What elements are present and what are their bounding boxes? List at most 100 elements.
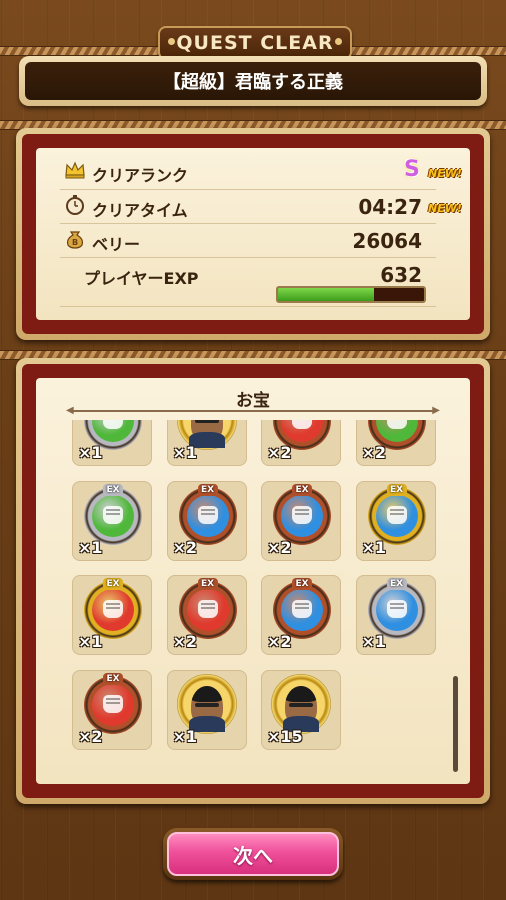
fist-medal-icon: EX — [367, 483, 426, 545]
quest-title: 【超級】君臨する正義 — [163, 72, 343, 93]
item-quantity: ×1 — [361, 537, 387, 557]
fist-medal-icon: EX — [367, 578, 426, 639]
fist-icon — [197, 600, 218, 618]
treasure-item[interactable]: EX ×2 — [261, 480, 341, 561]
fist-icon — [386, 420, 407, 429]
item-quantity: ×2 — [267, 537, 292, 557]
divider-arrow-right: ▶ — [432, 405, 440, 416]
treasure-scrollbar[interactable] — [453, 676, 458, 772]
clear-time-label: クリアタイム — [92, 201, 188, 220]
berry-label: ベリー — [92, 235, 141, 254]
fist-icon — [292, 505, 312, 524]
treasure-item[interactable]: EX ×1 — [355, 480, 436, 561]
clear-time-row: クリアタイム 04:27 NEW! — [0, 192, 506, 222]
treasure-grid[interactable]: EX×1×1EX×2EX×2EX×1EX×2EX×2EX×1EX×1EX×2EX… — [66, 420, 446, 776]
ex-label: EX — [197, 483, 218, 496]
ex-label: EX — [197, 578, 218, 590]
treasure-item[interactable]: ×1 — [166, 669, 247, 750]
fist-medal-icon: EX — [84, 578, 142, 639]
fist-icon — [103, 600, 123, 618]
character-portrait-icon — [176, 673, 237, 734]
item-quantity: ×1 — [78, 537, 103, 557]
treasure-item[interactable]: EX ×1 — [72, 575, 152, 655]
divider — [60, 223, 436, 224]
fist-icon — [103, 505, 123, 524]
treasure-item[interactable]: EX ×2 — [72, 669, 152, 750]
treasure-item[interactable]: EX×2 — [261, 420, 341, 466]
crown-icon — [65, 161, 85, 179]
fist-medal-icon: EX — [273, 578, 331, 639]
item-quantity: ×2 — [78, 726, 103, 746]
fist-medal-icon: EX — [178, 483, 237, 545]
ex-label: EX — [386, 483, 407, 496]
next-button-label: 次へ — [233, 843, 273, 868]
item-quantity: ×1 — [172, 726, 198, 746]
new-badge: NEW! — [428, 167, 462, 180]
fist-icon — [292, 600, 312, 618]
fist-icon — [386, 505, 407, 524]
character-portrait-icon — [271, 673, 331, 734]
item-quantity: ×1 — [78, 443, 103, 462]
item-quantity: ×15 — [267, 726, 303, 746]
fist-medal-icon: EX — [84, 672, 142, 734]
exp-progress-fill — [278, 288, 375, 301]
fist-medal-icon: EX — [273, 483, 331, 545]
treasure-item[interactable]: EX ×1 — [72, 480, 152, 561]
item-quantity: ×1 — [78, 632, 103, 651]
treasure-item[interactable]: ×1 — [166, 420, 247, 466]
ex-label: EX — [292, 578, 312, 590]
quest-clear-text: QUEST CLEAR — [176, 32, 334, 54]
banner-stud — [335, 38, 342, 45]
ex-label: EX — [103, 578, 123, 590]
next-button[interactable]: 次へ — [163, 828, 343, 880]
fist-medal-icon: EX — [178, 578, 237, 639]
rank-s-badge: S — [404, 157, 420, 182]
stopwatch-icon — [66, 195, 84, 215]
item-quantity: ×2 — [172, 632, 198, 651]
new-badge: NEW! — [428, 202, 462, 215]
treasure-item[interactable]: EX ×2 — [261, 575, 341, 655]
fist-icon — [103, 694, 123, 713]
quest-clear-banner: QUEST CLEAR — [158, 26, 352, 60]
quest-title-bar: 【超級】君臨する正義 — [19, 56, 487, 106]
divider-arrow-left: ◀ — [66, 405, 74, 416]
divider — [60, 189, 436, 190]
exp-progress-bar — [276, 286, 426, 303]
treasure-title: お宝 — [236, 391, 270, 411]
ex-label: EX — [103, 672, 123, 685]
ex-label: EX — [103, 483, 123, 496]
fist-icon — [292, 420, 312, 429]
banner-stud — [168, 38, 175, 45]
treasure-item[interactable]: ×15 — [261, 669, 341, 750]
fist-icon — [197, 505, 218, 524]
berry-value: 26064 — [352, 229, 422, 253]
item-quantity: ×2 — [267, 443, 292, 462]
player-exp-value: 632 — [380, 263, 422, 287]
divider — [60, 306, 436, 307]
fist-icon — [103, 420, 123, 429]
ex-label: EX — [386, 578, 407, 590]
berry-row: B ベリー 26064 — [0, 226, 506, 256]
item-quantity: ×2 — [172, 537, 198, 557]
fist-icon — [386, 600, 407, 618]
treasure-item[interactable]: EX ×2 — [166, 575, 247, 655]
divider — [60, 257, 436, 258]
title-divider — [72, 410, 434, 412]
clear-time-value: 04:27 — [358, 195, 422, 219]
clear-rank-row: クリアランク S NEW! — [0, 157, 506, 187]
item-quantity: ×1 — [361, 632, 387, 651]
clear-rank-label: クリアランク — [92, 166, 189, 185]
treasure-item[interactable]: EX ×2 — [166, 480, 247, 561]
fist-medal-icon: EX — [84, 483, 142, 545]
item-quantity: ×1 — [172, 443, 198, 462]
treasure-item[interactable]: EX×2 — [355, 420, 436, 466]
treasure-item[interactable]: EX×1 — [72, 420, 152, 466]
player-exp-label: プレイヤーEXP — [84, 269, 199, 288]
ex-label: EX — [292, 483, 312, 496]
money-bag-icon: B — [66, 231, 84, 249]
player-exp-row: プレイヤーEXP 632 — [0, 260, 506, 290]
treasure-item[interactable]: EX ×1 — [355, 575, 436, 655]
item-quantity: ×2 — [267, 632, 292, 651]
svg-text:B: B — [72, 238, 78, 247]
item-quantity: ×2 — [361, 443, 387, 462]
